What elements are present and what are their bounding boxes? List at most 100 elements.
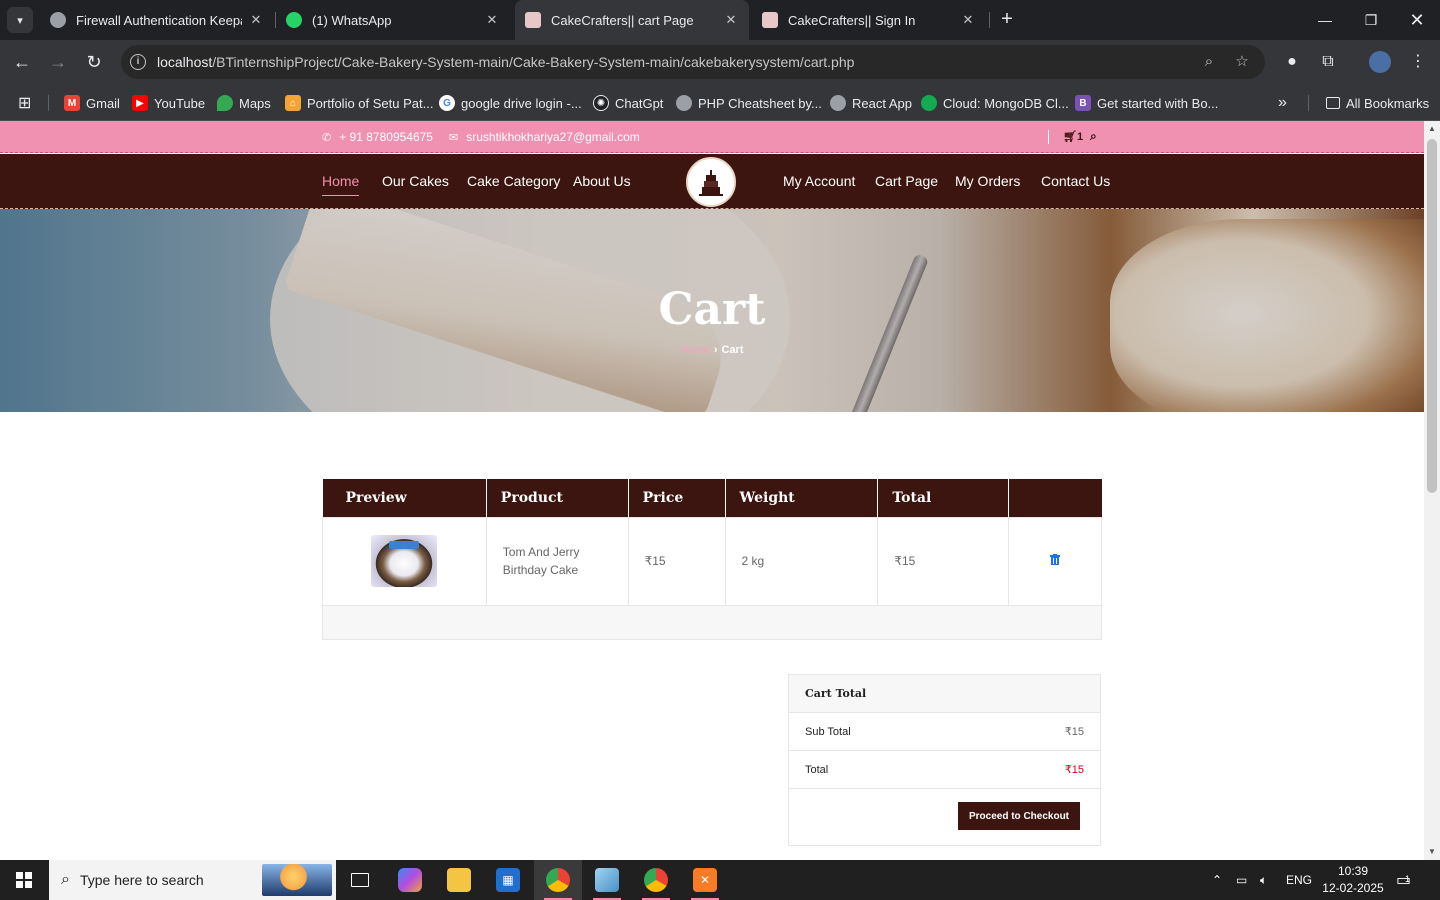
- close-icon[interactable]: ✕: [960, 12, 976, 28]
- forward-button[interactable]: →: [44, 48, 72, 76]
- bookmark-star-icon[interactable]: ☆: [1232, 52, 1252, 72]
- site-logo[interactable]: [686, 157, 736, 207]
- tab-search-button[interactable]: ▾: [7, 7, 33, 33]
- bookmark-gmail[interactable]: M Gmail: [64, 85, 120, 121]
- profile-incognito-icon[interactable]: ●: [1280, 50, 1304, 74]
- product-thumbnail[interactable]: [371, 535, 438, 587]
- cell-product: Tom And Jerry Birthday Cake: [485, 516, 629, 606]
- nav-my-account[interactable]: My Account: [783, 173, 855, 189]
- task-view-icon: [351, 873, 369, 887]
- scroll-thumb[interactable]: [1427, 139, 1437, 493]
- globe-icon: [830, 95, 846, 111]
- cart-icon: 🛒︎: [1063, 131, 1077, 143]
- whatsapp-icon: [286, 12, 302, 28]
- cakecrafters-icon: [525, 12, 541, 28]
- menu-kebab-icon[interactable]: ⋮: [1406, 50, 1430, 74]
- contact-email[interactable]: ✉ srushtikhokhariya27@gmail.com: [449, 121, 640, 153]
- notification-count: 1: [1405, 874, 1411, 884]
- bookmark-google-drive[interactable]: Ggoogle drive login -...: [439, 85, 582, 121]
- nav-my-orders[interactable]: My Orders: [955, 173, 1020, 189]
- scroll-up-arrow-icon[interactable]: ▲: [1424, 121, 1440, 137]
- nav-cake-category[interactable]: Cake Category: [467, 173, 560, 189]
- show-hidden-icons[interactable]: ⌃: [1212, 860, 1222, 900]
- page-title: Cart: [658, 284, 766, 335]
- nav-home[interactable]: Home: [322, 173, 360, 196]
- language-indicator[interactable]: ENG: [1286, 860, 1312, 900]
- bookmark-bootstrap[interactable]: B Get started with Bo...: [1075, 85, 1218, 121]
- address-bar[interactable]: i localhost/BTinternshipProject/Cake-Bak…: [121, 45, 1265, 79]
- cart-total-title: Cart Total: [789, 675, 1100, 713]
- more-bookmarks-icon[interactable]: »: [1278, 85, 1287, 121]
- volume-icon[interactable]: 🔈︎: [1260, 860, 1267, 900]
- site-info-icon[interactable]: i: [130, 54, 146, 70]
- zoom-icon[interactable]: ⌕: [1199, 52, 1219, 72]
- start-button[interactable]: [0, 860, 48, 900]
- avatar[interactable]: [1369, 51, 1391, 73]
- taskbar-search[interactable]: ⌕ Type here to search: [49, 860, 336, 900]
- search-icon[interactable]: ⌕: [1090, 129, 1097, 144]
- mini-cart[interactable]: 🛒︎1: [1048, 130, 1083, 144]
- tab-whatsapp[interactable]: (1) WhatsApp ✕: [276, 0, 510, 40]
- back-button[interactable]: ←: [8, 48, 36, 76]
- network-icon[interactable]: ▭: [1236, 860, 1247, 900]
- taskbar-copilot[interactable]: [386, 860, 434, 900]
- taskbar-chrome-profile[interactable]: [632, 860, 680, 900]
- restore-button[interactable]: ❐: [1348, 0, 1394, 40]
- apps-grid-icon[interactable]: ⊞: [18, 85, 31, 121]
- proceed-to-checkout-button[interactable]: Proceed to Checkout: [958, 802, 1080, 830]
- bookmark-maps[interactable]: Maps: [217, 85, 271, 121]
- close-icon[interactable]: ✕: [723, 12, 739, 28]
- close-icon[interactable]: ✕: [484, 12, 500, 28]
- bookmark-mongodb[interactable]: Cloud: MongoDB Cl...: [921, 85, 1069, 121]
- bookmark-youtube[interactable]: ▶ YouTube: [132, 85, 205, 121]
- taskbar-search-placeholder: Type here to search: [79, 872, 204, 888]
- taskbar-file-explorer[interactable]: [435, 860, 483, 900]
- nav-about-us[interactable]: About Us: [573, 173, 631, 189]
- extensions-icon[interactable]: ⧉: [1316, 50, 1340, 74]
- browser-tab-strip: ▾ Firewall Authentication Keepalive ✕ (1…: [0, 0, 1440, 40]
- taskbar-editor[interactable]: [583, 860, 631, 900]
- chrome-icon: [546, 868, 570, 892]
- notepad-icon: [595, 868, 619, 892]
- windows-logo-icon: [16, 872, 32, 888]
- taskbar-store[interactable]: ▦: [484, 860, 532, 900]
- page-scrollbar[interactable]: ▲ ▼: [1424, 121, 1440, 860]
- address-url[interactable]: localhost/BTinternshipProject/Cake-Baker…: [157, 54, 854, 70]
- task-view-button[interactable]: [336, 860, 384, 900]
- folder-icon: [447, 868, 471, 892]
- cell-delete: [1008, 516, 1102, 606]
- reload-button[interactable]: ↻: [80, 48, 108, 76]
- scroll-down-arrow-icon[interactable]: ▼: [1424, 844, 1440, 860]
- contact-phone[interactable]: ✆ + 91 8780954675: [322, 121, 433, 153]
- site-navbar: Home Our Cakes Cake Category About Us My…: [0, 154, 1424, 209]
- cart-table: Preview Product Price Weight Total Tom A…: [322, 479, 1102, 640]
- tab-sign-in[interactable]: CakeCrafters|| Sign In ✕: [752, 0, 986, 40]
- bookmark-php-cheatsheet[interactable]: PHP Cheatsheet by...: [676, 85, 822, 121]
- minimize-button[interactable]: —: [1302, 0, 1348, 40]
- cell-total: ₹15: [877, 516, 1010, 606]
- checkout-row: Proceed to Checkout: [789, 789, 1100, 845]
- close-icon[interactable]: ✕: [248, 12, 264, 28]
- nav-contact-us[interactable]: Contact Us: [1041, 173, 1110, 189]
- bookmark-portfolio[interactable]: ⌂ Portfolio of Setu Pat...: [285, 85, 433, 121]
- tab-cart-page[interactable]: CakeCrafters|| cart Page ✕: [515, 0, 749, 40]
- tab-firewall[interactable]: Firewall Authentication Keepalive ✕: [40, 0, 274, 40]
- nav-cart-page[interactable]: Cart Page: [875, 173, 938, 189]
- breadcrumb-home[interactable]: Home: [680, 344, 709, 356]
- notification-center-icon[interactable]: ▭ 1: [1396, 870, 1416, 890]
- xampp-icon: ✕: [693, 868, 717, 892]
- taskbar-chrome-active[interactable]: [534, 860, 582, 900]
- close-window-button[interactable]: ✕: [1394, 0, 1440, 40]
- subtotal-value: ₹15: [1064, 726, 1084, 738]
- new-tab-button[interactable]: +: [996, 8, 1018, 30]
- chatgpt-icon: ✺: [593, 95, 609, 111]
- bookmark-react-app[interactable]: React App: [830, 85, 912, 121]
- nav-our-cakes[interactable]: Our Cakes: [382, 173, 449, 189]
- taskbar-xampp[interactable]: ✕: [681, 860, 729, 900]
- clock[interactable]: 10:39 12-02-2025: [1318, 863, 1388, 897]
- trash-icon[interactable]: [1050, 554, 1061, 568]
- site-topbar: ✆ + 91 8780954675 ✉ srushtikhokhariya27@…: [0, 121, 1424, 153]
- all-bookmarks-folder[interactable]: All Bookmarks: [1326, 85, 1429, 121]
- bookmark-chatgpt[interactable]: ✺ ChatGpt: [593, 85, 663, 121]
- total-label: Total: [805, 763, 829, 776]
